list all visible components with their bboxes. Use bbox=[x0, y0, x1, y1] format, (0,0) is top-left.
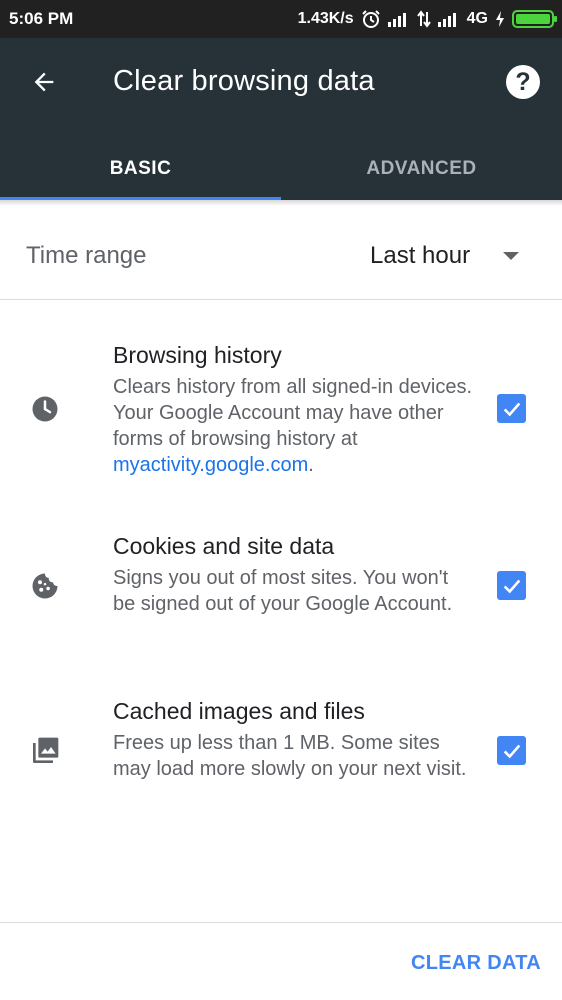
tab-bar: BASIC ADVANCED bbox=[0, 138, 562, 200]
time-range-select[interactable]: Last hour bbox=[370, 242, 470, 270]
check-icon bbox=[503, 744, 520, 758]
clear-data-button[interactable]: CLEAR DATA bbox=[411, 952, 541, 975]
status-icons: 1.43K/s 4G bbox=[297, 7, 557, 31]
cookies-checkbox[interactable] bbox=[497, 571, 526, 600]
check-icon bbox=[503, 579, 520, 593]
network-type: 4G bbox=[466, 10, 488, 27]
description-text: Clears history from all signed-in device… bbox=[113, 376, 473, 450]
tab-advanced[interactable]: ADVANCED bbox=[281, 138, 562, 200]
footer-divider bbox=[0, 922, 562, 923]
cookie-icon bbox=[28, 569, 62, 603]
status-bar: 5:06 PM 1.43K/s 4G bbox=[0, 0, 562, 38]
tab-basic[interactable]: BASIC bbox=[0, 138, 281, 200]
status-time: 5:06 PM bbox=[9, 9, 74, 28]
option-browsing-history[interactable]: Browsing history Clears history from all… bbox=[0, 342, 562, 482]
time-range-label: Time range bbox=[26, 242, 147, 269]
help-icon: ? bbox=[515, 67, 531, 96]
images-icon bbox=[28, 734, 62, 768]
option-title: Cached images and files bbox=[113, 698, 365, 724]
time-range-row[interactable]: Time range Last hour bbox=[0, 206, 562, 300]
signal-icon bbox=[437, 11, 460, 27]
charging-icon bbox=[495, 11, 505, 27]
back-button[interactable] bbox=[26, 64, 62, 100]
option-title: Cookies and site data bbox=[113, 533, 335, 559]
browsing-history-checkbox[interactable] bbox=[497, 394, 526, 423]
option-description: Frees up less than 1 MB. Some sites may … bbox=[113, 732, 467, 780]
battery-icon bbox=[512, 10, 557, 28]
option-description: Signs you out of most sites. You won't b… bbox=[113, 567, 453, 615]
signal-icon bbox=[387, 11, 410, 27]
description-tail: . bbox=[308, 454, 314, 476]
option-cached-images[interactable]: Cached images and files Frees up less th… bbox=[0, 698, 562, 808]
clock-icon bbox=[28, 392, 62, 426]
option-title: Browsing history bbox=[113, 342, 282, 368]
net-speed: 1.43K/s bbox=[297, 10, 354, 27]
check-icon bbox=[503, 402, 520, 416]
page-title: Clear browsing data bbox=[113, 65, 375, 97]
alarm-icon bbox=[361, 9, 381, 29]
dropdown-arrow-icon[interactable] bbox=[503, 252, 519, 260]
myactivity-link[interactable]: myactivity.google.com bbox=[113, 454, 308, 476]
cached-images-checkbox[interactable] bbox=[497, 736, 526, 765]
app-bar: Clear browsing data ? BASIC ADVANCED bbox=[0, 38, 562, 200]
data-arrows-icon bbox=[416, 10, 431, 28]
option-description: Clears history from all signed-in device… bbox=[113, 374, 473, 478]
arrow-back-icon bbox=[34, 72, 54, 92]
help-button[interactable]: ? bbox=[506, 65, 540, 99]
option-cookies[interactable]: Cookies and site data Signs you out of m… bbox=[0, 533, 562, 643]
